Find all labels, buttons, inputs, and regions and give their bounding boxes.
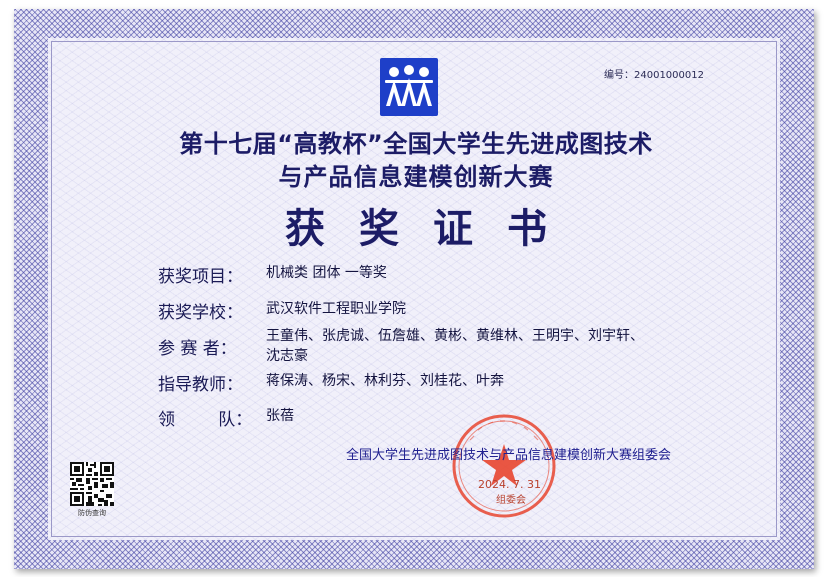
field-instructors: 指导教师： 蒋保涛、杨宋、林利芬、刘桂花、叶奔 [158, 370, 504, 395]
field-label: 参 赛 者： [158, 339, 237, 359]
field-value: 王童伟、张虎诚、伍詹雄、黄彬、黄维林、王明宇、刘宇轩、 [266, 328, 644, 344]
seal-subtitle: 组委会 [496, 495, 526, 506]
qr-code-icon [70, 462, 114, 506]
field-value: 机械类 团体 一等奖 [266, 265, 387, 281]
competition-title-line2: 与产品信息建模创新大赛 [278, 163, 554, 191]
field-award-project: 获奖项目： 机械类 团体 一等奖 [158, 262, 387, 287]
field-label: 获奖学校： [158, 303, 243, 323]
field-label: 获奖项目： [158, 267, 243, 287]
certificate-number: 编号：24001000012 [604, 70, 704, 81]
award-certificate-heading: 获奖证书 [285, 205, 581, 252]
field-value-continued: 沈志豪 [266, 348, 308, 364]
field-participants: 参 赛 者： 王童伟、张虎诚、伍詹雄、黄彬、黄维林、王明宇、刘宇轩、 沈志豪 [158, 325, 644, 366]
issuing-committee: 全国大学生先进成图技术与产品信息建模创新大赛组委会 [346, 448, 672, 463]
competition-title-line1: 第十七届“高教杯”全国大学生先进成图技术 [179, 130, 653, 158]
field-label: 指导教师： [158, 375, 243, 395]
seal-date: 2024. 7. 31 [478, 478, 541, 491]
three-figures-logo-icon [380, 58, 438, 116]
field-award-school: 获奖学校： 武汉软件工程职业学院 [158, 298, 406, 323]
field-label: 领 队： [158, 410, 253, 430]
field-value: 武汉软件工程职业学院 [266, 301, 406, 317]
qr-code-label: 防伪查询 [78, 509, 106, 517]
field-team-leader: 领 队： 张蓓 [158, 405, 294, 430]
field-value: 张蓓 [266, 408, 294, 424]
field-value: 蒋保涛、杨宋、林利芬、刘桂花、叶奔 [266, 373, 504, 389]
field-value-group: 王童伟、张虎诚、伍詹雄、黄彬、黄维林、王明宇、刘宇轩、 沈志豪 [266, 326, 644, 366]
